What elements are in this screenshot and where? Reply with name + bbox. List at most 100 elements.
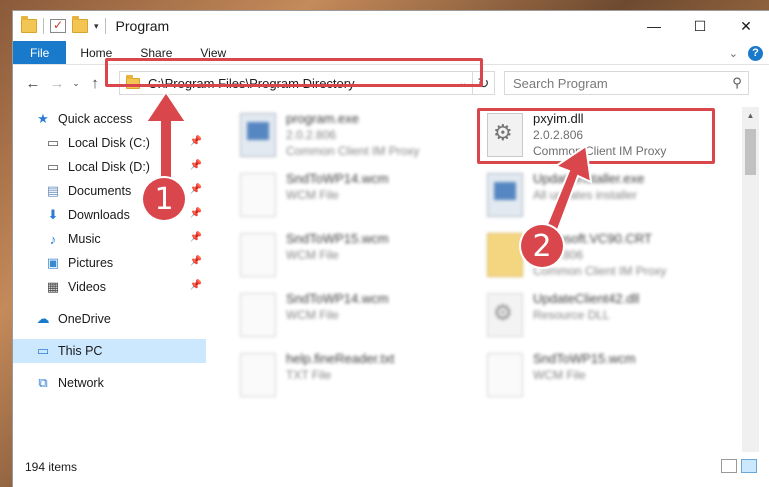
recent-locations-icon[interactable]: ⌄ bbox=[69, 78, 83, 89]
document-file-icon bbox=[487, 353, 523, 397]
tab-view[interactable]: View bbox=[186, 41, 240, 64]
exe-file-icon bbox=[487, 173, 523, 217]
tab-file[interactable]: File bbox=[13, 41, 67, 64]
search-icon[interactable]: ⚲ bbox=[726, 75, 748, 91]
sidebar-item-music[interactable]: ♪ Music 📌 bbox=[13, 227, 206, 251]
file-name: SndToWP14.wcm bbox=[286, 291, 389, 306]
new-folder-icon[interactable] bbox=[72, 16, 88, 33]
vertical-scrollbar[interactable]: ▲ bbox=[742, 107, 759, 452]
expand-ribbon-icon[interactable]: ⌄ bbox=[729, 47, 738, 60]
pin-icon[interactable]: 📌 bbox=[190, 256, 202, 267]
sidebar-item-label: Quick access bbox=[58, 112, 133, 126]
file-version: 2.0.2.806 bbox=[533, 128, 584, 142]
file-item[interactable]: SndToWP14.wcm WCM File bbox=[236, 289, 476, 345]
file-type: TXT File bbox=[286, 368, 332, 382]
scroll-thumb[interactable] bbox=[745, 129, 756, 175]
sidebar-item-label: Pictures bbox=[68, 256, 114, 270]
customize-toolbar-icon[interactable]: ▾ bbox=[94, 21, 99, 32]
sidebar-item-network[interactable]: ⧉ Network bbox=[13, 371, 206, 395]
pin-icon[interactable]: 📌 bbox=[190, 184, 202, 195]
sidebar-item-label: Documents bbox=[68, 184, 132, 198]
file-item[interactable]: SndToWP14.wcm WCM File bbox=[236, 169, 476, 225]
documents-icon: ▤ bbox=[46, 183, 60, 198]
minimize-button[interactable]: — bbox=[631, 11, 677, 41]
document-file-icon bbox=[240, 293, 276, 337]
tab-share[interactable]: Share bbox=[126, 41, 186, 64]
file-item[interactable]: UpdateClient42.dll Resource DLL bbox=[483, 289, 723, 345]
sidebar-item-label: Videos bbox=[68, 280, 106, 294]
search-box[interactable]: ⚲ bbox=[504, 71, 749, 95]
sidebar-item-local-disk-d[interactable]: ▭ Local Disk (D:) 📌 bbox=[13, 155, 206, 179]
up-arrow-icon[interactable]: ↑ bbox=[83, 75, 107, 92]
toolbar-divider bbox=[104, 18, 106, 34]
window-title: Program bbox=[115, 18, 170, 34]
address-bar[interactable]: C:\Program Files\Program Directory ⌄ ↻ bbox=[119, 71, 495, 95]
pin-icon[interactable]: 📌 bbox=[190, 136, 202, 147]
refresh-icon[interactable]: ↻ bbox=[472, 72, 494, 94]
folder-icon bbox=[126, 74, 140, 89]
file-description: Common Client IM Proxy bbox=[533, 144, 667, 158]
properties-icon[interactable] bbox=[50, 18, 66, 33]
search-input[interactable] bbox=[505, 75, 726, 91]
window-controls: — ☐ ✕ bbox=[631, 11, 769, 41]
view-toggle bbox=[721, 459, 757, 473]
file-name: UpdateClient42.dll bbox=[533, 291, 640, 306]
large-icons-view-icon[interactable] bbox=[741, 459, 757, 473]
item-count: 194 items bbox=[25, 460, 78, 474]
file-type: WCM File bbox=[286, 308, 339, 322]
sidebar-item-pictures[interactable]: ▣ Pictures 📌 bbox=[13, 251, 206, 275]
file-name: program.exe bbox=[286, 111, 359, 126]
sidebar-item-local-disk-c[interactable]: ▭ Local Disk (C:) 📌 bbox=[13, 131, 206, 155]
toolbar-divider bbox=[43, 18, 44, 34]
quick-access-toolbar: ▾ bbox=[13, 16, 106, 34]
pin-icon[interactable]: 📌 bbox=[190, 160, 202, 171]
tab-home[interactable]: Home bbox=[66, 41, 126, 64]
forward-arrow-icon[interactable]: → bbox=[45, 75, 69, 92]
pc-icon: ▭ bbox=[36, 343, 50, 358]
file-name: SndToWP15.wcm bbox=[533, 351, 636, 366]
sidebar-item-videos[interactable]: ▦ Videos 📌 bbox=[13, 275, 206, 299]
file-item[interactable]: SndToWP15.wcm WCM File bbox=[236, 229, 476, 285]
file-item[interactable]: help.fineReader.txt TXT File bbox=[236, 349, 476, 405]
folder-icon[interactable] bbox=[21, 16, 37, 33]
address-dropdown-icon[interactable]: ⌄ bbox=[454, 78, 472, 89]
file-name: SndToWP14.wcm bbox=[286, 171, 389, 186]
file-item[interactable]: UpdateInstaller.exe All updates installe… bbox=[483, 169, 723, 225]
document-file-icon bbox=[240, 173, 276, 217]
file-description: Resource DLL bbox=[533, 308, 610, 322]
text-file-icon bbox=[240, 353, 276, 397]
cloud-icon: ☁ bbox=[36, 311, 50, 326]
file-version: 2.0.2.806 bbox=[286, 128, 337, 142]
sidebar-item-label: Downloads bbox=[68, 208, 130, 222]
sidebar-item-label: Music bbox=[68, 232, 101, 246]
file-item[interactable]: Microsoft.VC90.CRT 2.0.2.806 Common Clie… bbox=[483, 229, 723, 285]
pin-icon[interactable]: 📌 bbox=[190, 280, 202, 291]
sidebar-item-quick-access[interactable]: ★ Quick access bbox=[13, 107, 206, 131]
pin-icon[interactable]: 📌 bbox=[190, 208, 202, 219]
sidebar-item-onedrive[interactable]: ☁ OneDrive bbox=[13, 307, 206, 331]
help-icon[interactable]: ? bbox=[748, 45, 763, 61]
maximize-button[interactable]: ☐ bbox=[677, 11, 723, 41]
file-item[interactable]: program.exe 2.0.2.806 Common Client IM P… bbox=[236, 109, 476, 165]
sidebar-item-this-pc[interactable]: ▭ This PC bbox=[13, 339, 206, 363]
back-arrow-icon[interactable]: ← bbox=[21, 75, 45, 92]
details-view-icon[interactable] bbox=[721, 459, 737, 473]
folder-file-icon bbox=[487, 233, 523, 277]
address-path[interactable]: C:\Program Files\Program Directory bbox=[148, 76, 454, 91]
explorer-window: ▾ Program — ☐ ✕ File Home Share View ⌄ ?… bbox=[12, 10, 769, 487]
address-row: ← → ⌄ ↑ C:\Program Files\Program Directo… bbox=[13, 66, 769, 100]
close-button[interactable]: ✕ bbox=[723, 11, 769, 41]
file-item-pxyim-dll[interactable]: pxyim.dll 2.0.2.806 Common Client IM Pro… bbox=[483, 109, 723, 165]
star-icon: ★ bbox=[37, 111, 49, 126]
ribbon-tabs: File Home Share View ⌄ ? bbox=[13, 41, 769, 65]
pin-icon[interactable]: 📌 bbox=[190, 232, 202, 243]
file-item[interactable]: SndToWP15.wcm WCM File bbox=[483, 349, 723, 405]
file-name: help.fineReader.txt bbox=[286, 351, 395, 366]
scroll-up-icon[interactable]: ▲ bbox=[742, 107, 759, 124]
drive-icon: ▭ bbox=[46, 135, 60, 150]
file-name: UpdateInstaller.exe bbox=[533, 171, 645, 186]
dll-file-icon bbox=[487, 113, 523, 157]
callout-1: 1 bbox=[143, 178, 185, 220]
document-file-icon bbox=[240, 233, 276, 277]
status-bar: 194 items bbox=[13, 455, 769, 479]
